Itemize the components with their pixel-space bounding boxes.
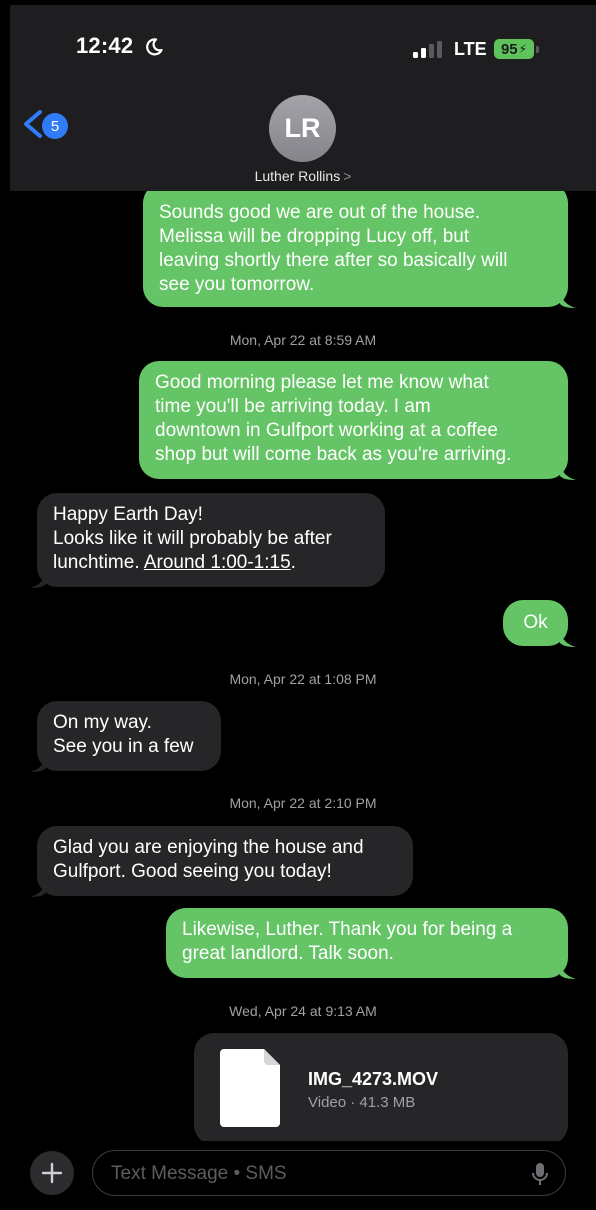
message-line: Looks like it will probably be after: [53, 528, 332, 549]
messages-screen: 12:42 LTE 95 ⚡ 5 LR Luther Rollins > Sound…: [0, 0, 596, 1210]
contact-name-row[interactable]: Luther Rollins >: [10, 168, 596, 184]
attachment-meta: Video · 41.3 MB: [308, 1094, 416, 1111]
bubble-tail: [560, 464, 576, 480]
message-bubble-sent[interactable]: Likewise, Luther. Thank you for being a …: [166, 908, 568, 978]
message-line: Happy Earth Day!: [53, 504, 203, 525]
battery-level: 95: [500, 40, 518, 58]
message-bubble-received[interactable]: On my way. See you in a few: [37, 701, 221, 771]
mic-icon[interactable]: [531, 1162, 549, 1186]
signal-icon: [413, 41, 442, 58]
message-line: lunchtime. Around 1:00-1:15.: [53, 551, 369, 575]
timestamp-at: at: [309, 332, 321, 348]
moon-icon: [146, 38, 163, 56]
status-time: 12:42: [76, 33, 134, 58]
timestamp: Mon, Apr 22 at 8:59 AM: [10, 332, 596, 348]
timestamp-time: 9:13 AM: [325, 1003, 377, 1019]
bubble-tail: [560, 963, 576, 979]
message-line: Good morning please let me know what: [155, 372, 489, 393]
message-bubble-received[interactable]: Glad you are enjoying the house and Gulf…: [37, 826, 413, 896]
message-bubble-sent[interactable]: Ok: [503, 600, 568, 646]
message-list[interactable]: Sounds good we are out of the house. Mel…: [10, 191, 596, 1141]
timestamp-day: Mon, Apr 22: [229, 671, 305, 687]
battery-nub: [536, 46, 539, 53]
message-bubble-sent[interactable]: Sounds good we are out of the house. Mel…: [143, 191, 568, 307]
add-button[interactable]: [30, 1151, 74, 1195]
message-line: leaving shortly there after so basically…: [159, 250, 508, 271]
message-line: Likewise, Luther. Thank you for being a: [182, 919, 513, 940]
network-type: LTE: [454, 39, 487, 59]
conversation-header: 12:42 LTE 95 ⚡ 5 LR Luther Rollins >: [10, 5, 596, 191]
message-text: .: [290, 552, 296, 573]
unread-count-badge[interactable]: 5: [42, 113, 68, 139]
battery-indicator: 95 ⚡: [494, 39, 534, 59]
message-line: See you in a few: [53, 736, 194, 757]
message-bubble-received[interactable]: Happy Earth Day! Looks like it will prob…: [37, 493, 385, 587]
video-attachment[interactable]: IMG_4273.MOV Video · 41.3 MB: [194, 1033, 568, 1141]
bubble-tail: [30, 881, 46, 897]
file-icon: [220, 1049, 280, 1127]
timestamp-at: at: [309, 1003, 322, 1019]
timestamp-at: at: [308, 671, 321, 687]
bubble-tail: [560, 292, 576, 308]
message-line: downtown in Gulfport working at a coffee: [155, 420, 498, 441]
message-text: lunchtime.: [53, 552, 144, 573]
message-input-placeholder: Text Message • SMS: [111, 1163, 287, 1184]
timestamp-day: Mon, Apr 22: [229, 332, 306, 348]
timestamp-day: Mon, Apr 22: [229, 795, 305, 811]
message-line: Sounds good we are out of the house.: [159, 202, 481, 223]
bubble-tail: [30, 572, 46, 588]
message-line: Ok: [523, 612, 548, 633]
message-line: time you'll be arriving today. I am: [155, 396, 431, 417]
timestamp-time: 1:08 PM: [324, 671, 377, 687]
timestamp: Mon, Apr 22 at 2:10 PM: [10, 795, 596, 811]
contact-name[interactable]: Luther Rollins: [255, 168, 341, 184]
message-line: Glad you are enjoying the house and: [53, 837, 364, 858]
timestamp-day: Wed, Apr 24: [229, 1003, 306, 1019]
message-input[interactable]: Text Message • SMS: [92, 1150, 566, 1196]
plus-icon: [41, 1162, 63, 1184]
contact-avatar[interactable]: LR: [269, 95, 336, 162]
bubble-tail: [560, 631, 576, 647]
timestamp-time: 8:59 AM: [324, 332, 377, 348]
attachment-name: IMG_4273.MOV: [308, 1069, 439, 1089]
timestamp: Mon, Apr 22 at 1:08 PM: [10, 671, 596, 687]
message-line: Gulfport. Good seeing you today!: [53, 861, 332, 882]
message-line: see you tomorrow.: [159, 274, 315, 295]
timestamp: Wed, Apr 24 at 9:13 AM: [10, 1003, 596, 1019]
message-line: great landlord. Talk soon.: [182, 943, 394, 964]
timestamp-at: at: [308, 795, 321, 811]
message-bubble-sent[interactable]: Good morning please let me know what tim…: [139, 361, 568, 479]
message-line: On my way.: [53, 712, 152, 733]
message-line: Melissa will be dropping Lucy off, but: [159, 226, 470, 247]
time-link[interactable]: Around 1:00-1:15: [144, 552, 291, 573]
bubble-tail: [30, 756, 46, 772]
message-line: shop but will come back as you're arrivi…: [155, 444, 512, 465]
chevron-right-icon: >: [343, 168, 352, 184]
timestamp-time: 2:10 PM: [324, 795, 377, 811]
compose-bar: Text Message • SMS: [10, 1141, 596, 1210]
